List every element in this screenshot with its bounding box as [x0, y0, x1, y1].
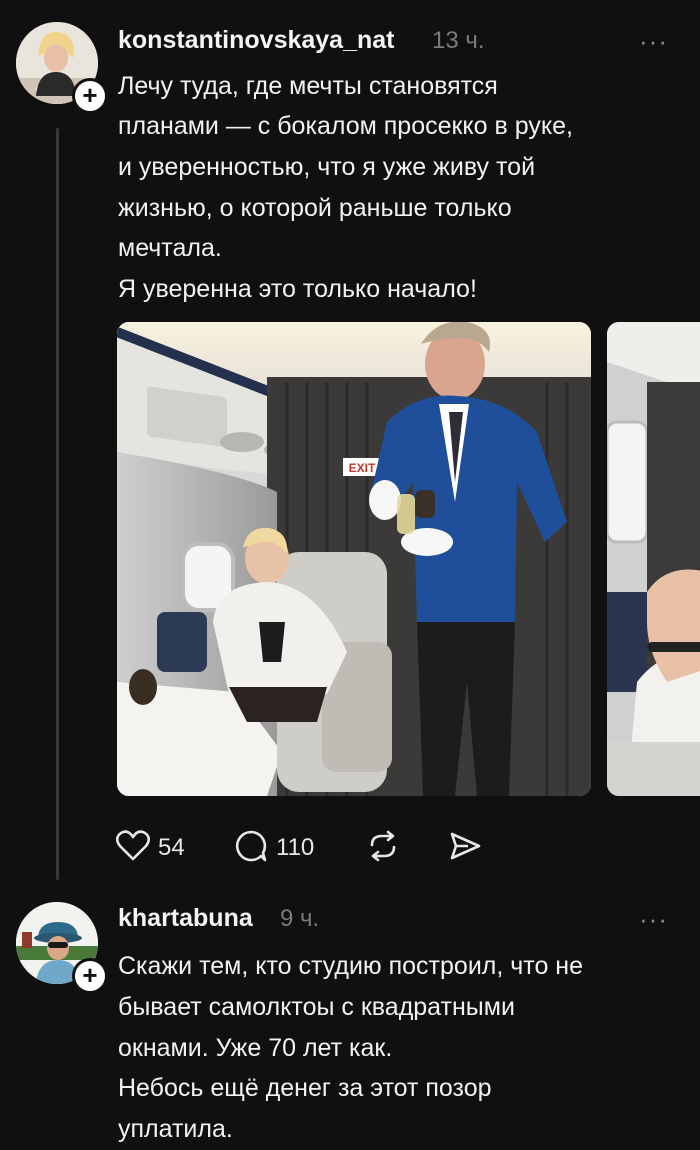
post-timestamp: 13 ч.	[432, 27, 485, 54]
follow-plus-button[interactable]: +	[72, 958, 108, 994]
post-text-line: Я уверенна это только начало!	[118, 275, 477, 303]
thread-connector-line	[56, 128, 59, 880]
more-options-button[interactable]: ···	[639, 26, 668, 57]
post-text-line: окнами. Уже 70 лет как.	[118, 1034, 393, 1062]
comment-button[interactable]: 110	[234, 828, 314, 868]
post-text-line: мечтала.	[118, 234, 222, 262]
repost-icon	[366, 829, 400, 868]
author-username[interactable]: konstantinovskaya_nat	[118, 26, 395, 55]
post-timestamp: 9 ч.	[280, 905, 320, 932]
post-text-line: Небось ещё денег за этот позор	[118, 1074, 492, 1102]
share-button[interactable]	[448, 828, 482, 868]
post-text-line: жизнью, о которой раньше только	[118, 194, 512, 222]
share-icon	[448, 829, 482, 868]
like-count: 54	[158, 834, 185, 861]
post-photo-secondary[interactable]	[607, 322, 700, 796]
heart-icon	[115, 829, 151, 867]
thread-post: + khartabuna 9 ч. ··· Скажи тем, кто сту…	[0, 890, 700, 1150]
more-options-button[interactable]: ···	[639, 904, 668, 935]
author-avatar[interactable]: +	[16, 902, 108, 994]
post-text-line: планами — с бокалом просекко в руке,	[118, 112, 573, 140]
author-avatar[interactable]: +	[16, 22, 108, 114]
post-text-line: Скажи тем, кто студию построил, что не	[118, 952, 584, 980]
follow-plus-button[interactable]: +	[72, 78, 108, 114]
post-text-line: уплатила.	[118, 1115, 233, 1143]
author-username[interactable]: khartabuna	[118, 904, 253, 933]
comment-count: 110	[276, 834, 315, 861]
repost-button[interactable]	[366, 828, 400, 868]
post-text-line: и уверенностью, что я уже живу той	[118, 153, 536, 181]
like-button[interactable]: 54	[115, 828, 185, 868]
post-text-line: бывает самолктоы с квадратными	[118, 993, 515, 1021]
thread-post: + konstantinovskaya_nat 13 ч. ··· Лечу т…	[0, 0, 700, 890]
comment-icon	[234, 829, 268, 868]
post-photo[interactable]: EXIT	[117, 322, 591, 796]
exit-sign: EXIT	[349, 461, 376, 475]
post-text-line: Лечу туда, где мечты становятся	[118, 72, 498, 100]
